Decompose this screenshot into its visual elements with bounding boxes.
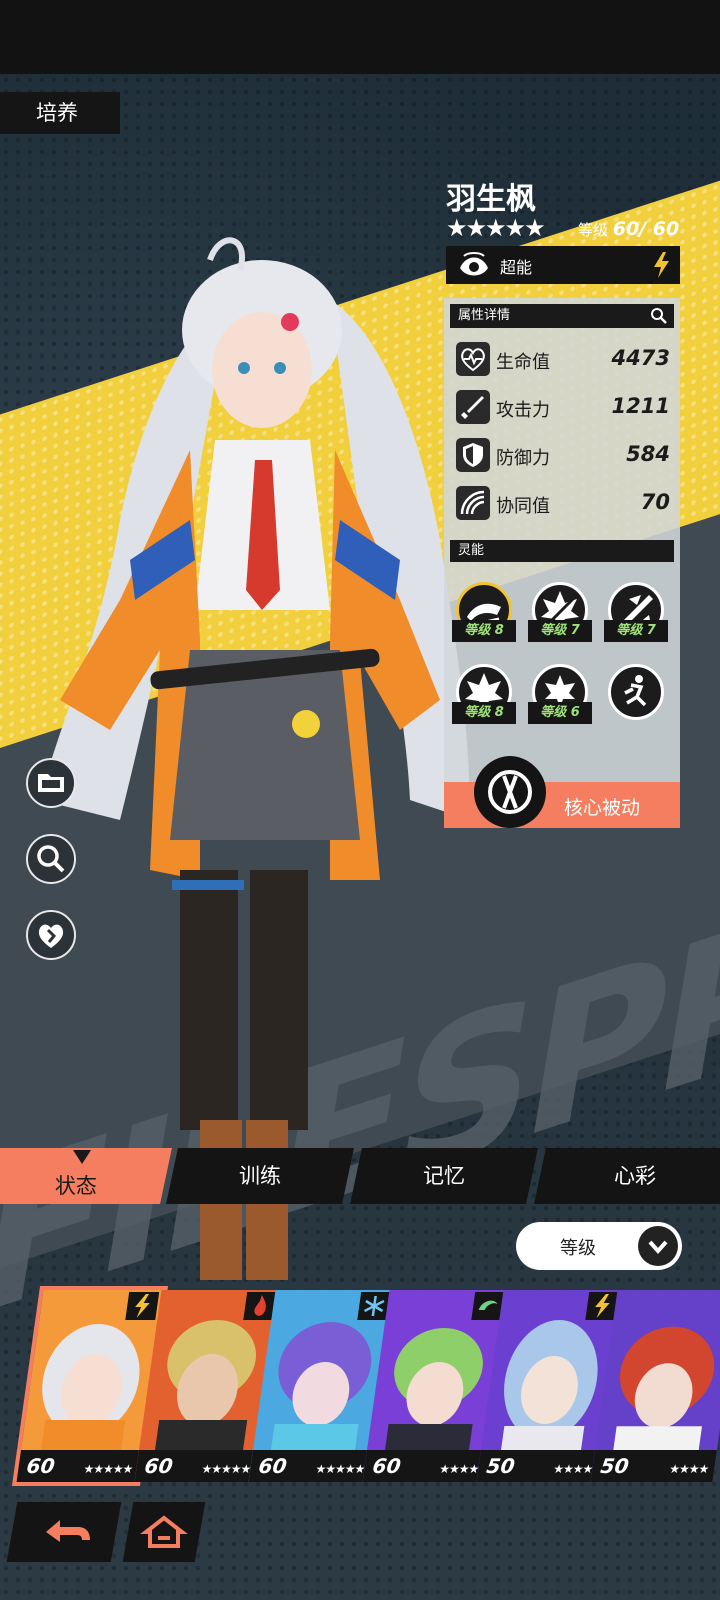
core-passive-button[interactable]: 核心被动 — [444, 756, 680, 828]
chevron-down-icon — [638, 1226, 678, 1266]
core-passive-label: 核心被动 — [564, 797, 641, 819]
roster-level: 60 — [143, 1454, 175, 1478]
search-icon[interactable] — [650, 307, 668, 325]
roster-stars: ★★★★ — [668, 1462, 710, 1476]
character-stars: ★★★★★ — [446, 214, 546, 242]
psi-section-title: 灵能 — [450, 540, 674, 562]
stat-value: 70 — [640, 490, 670, 514]
skill-level: 等级 7 — [604, 620, 668, 642]
tab-heart-color[interactable]: 心彩 — [534, 1148, 720, 1204]
search-icon — [37, 845, 65, 873]
attribute-panel: 属性详情 生命值 4473 攻击力 1211 防御力 584 协同值 70 灵能 — [444, 298, 680, 782]
sync-waves-icon — [456, 486, 490, 520]
psi-skill-1[interactable]: 等级 8 — [452, 582, 516, 660]
folder-icon — [38, 774, 64, 792]
lightning-icon — [654, 252, 669, 278]
stat-label: 攻击力 — [496, 400, 550, 421]
tab-training[interactable]: 训练 — [166, 1148, 354, 1204]
stat-value: 4473 — [611, 346, 670, 370]
tab-memory[interactable]: 记忆 — [350, 1148, 538, 1204]
sort-label: 等级 — [560, 1238, 596, 1259]
tab-status[interactable]: 状态 — [0, 1148, 172, 1204]
attribute-details-header[interactable]: 属性详情 — [450, 304, 674, 328]
tab-label: 记忆 — [423, 1164, 465, 1188]
skill-dash-icon — [608, 664, 664, 720]
tab-bar: 状态 训练 记忆 心彩 — [0, 1148, 720, 1204]
tab-label: 心彩 — [614, 1164, 656, 1188]
skill-level: 等级 7 — [528, 620, 592, 642]
inspect-button[interactable] — [26, 834, 76, 884]
stat-synergy: 协同值 70 — [456, 484, 670, 524]
psi-skill-2[interactable]: 等级 7 — [528, 582, 592, 660]
stat-label: 生命值 — [496, 352, 550, 373]
skill-level: 等级 8 — [452, 620, 516, 642]
lightning-icon — [125, 1292, 160, 1320]
type-label: 超能 — [500, 258, 533, 277]
roster-stars: ★★★★★ — [200, 1462, 252, 1476]
back-button[interactable] — [6, 1502, 122, 1562]
stat-label: 防御力 — [496, 448, 550, 469]
level-value: 60/ 60 — [612, 218, 680, 240]
stat-value: 1211 — [611, 394, 670, 418]
psychic-eye-icon — [460, 252, 488, 276]
shield-icon — [456, 438, 490, 472]
heart-pulse-icon — [456, 342, 490, 376]
tab-label: 状态 — [54, 1174, 97, 1198]
tab-label: 训练 — [239, 1164, 281, 1188]
heart-gem-button[interactable] — [26, 910, 76, 960]
stat-defense: 防御力 584 — [456, 436, 670, 476]
psi-skill-5[interactable]: 等级 6 — [528, 664, 592, 742]
home-icon — [140, 1515, 188, 1548]
status-bar — [0, 0, 720, 74]
skill-level: 等级 8 — [452, 702, 516, 724]
character-level: 等级 60/ 60 — [578, 218, 679, 240]
roster-stars: ★★★★★ — [314, 1462, 366, 1476]
stat-hp: 生命值 4473 — [456, 340, 670, 380]
stat-label: 协同值 — [496, 496, 550, 517]
roster-level: 50 — [485, 1454, 517, 1478]
character-type: 超能 — [446, 246, 680, 284]
attribute-details-title: 属性详情 — [458, 308, 511, 323]
core-passive-emblem-icon — [474, 756, 546, 828]
level-label: 等级 — [578, 221, 609, 239]
roster-stars: ★★★★★ — [82, 1462, 134, 1476]
sort-dropdown[interactable]: 等级 — [516, 1222, 682, 1270]
psi-skill-6[interactable] — [604, 664, 668, 742]
psi-skill-3[interactable]: 等级 7 — [604, 582, 668, 660]
roster-stars: ★★★★ — [552, 1462, 594, 1476]
roster-level: 60 — [25, 1454, 57, 1478]
roster-level: 60 — [257, 1454, 289, 1478]
archive-button[interactable] — [26, 758, 76, 808]
roster-stars: ★★★★ — [438, 1462, 480, 1476]
back-arrow-icon — [46, 1520, 90, 1542]
skill-level: 等级 6 — [528, 702, 592, 724]
stat-value: 584 — [626, 442, 670, 466]
page-title: 培养 — [0, 92, 120, 134]
heart-gem-icon — [38, 924, 64, 948]
home-button[interactable] — [122, 1502, 206, 1562]
roster-level: 50 — [599, 1454, 631, 1478]
psi-skill-4[interactable]: 等级 8 — [452, 664, 516, 742]
stat-attack: 攻击力 1211 — [456, 388, 670, 428]
character-name: 羽生枫 — [446, 182, 536, 217]
roster-level: 60 — [371, 1454, 403, 1478]
sword-icon — [456, 390, 490, 424]
